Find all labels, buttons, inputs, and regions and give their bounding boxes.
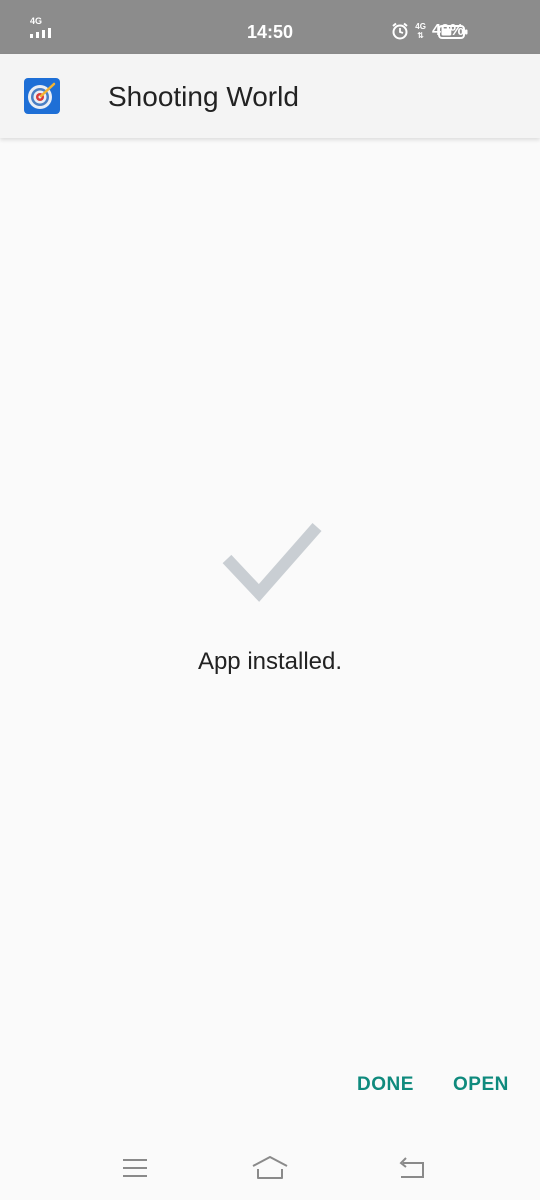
app-title: Shooting World [108,81,299,112]
back-icon[interactable] [396,1154,428,1182]
alarm-icon [392,22,408,40]
checkmark-icon [222,523,322,602]
install-status-message: App installed. [197,648,343,675]
target-icon [24,78,60,114]
battery-icon [438,25,468,39]
home-icon[interactable] [250,1154,290,1182]
done-button[interactable]: DONE [357,1070,414,1100]
network-type-label: 4G [30,16,43,26]
navigation-bar [0,1130,540,1200]
signal-bars-icon [30,28,51,38]
app-header: Shooting World [0,54,540,138]
network-type-label-right: 4G ⇅ [415,22,426,40]
menu-icon[interactable] [120,1156,150,1180]
signal-indicator: 4G [28,16,58,40]
open-button[interactable]: OPEN [453,1070,509,1100]
status-bar: 4G 14:50 4G⇅ 49% [0,0,540,54]
